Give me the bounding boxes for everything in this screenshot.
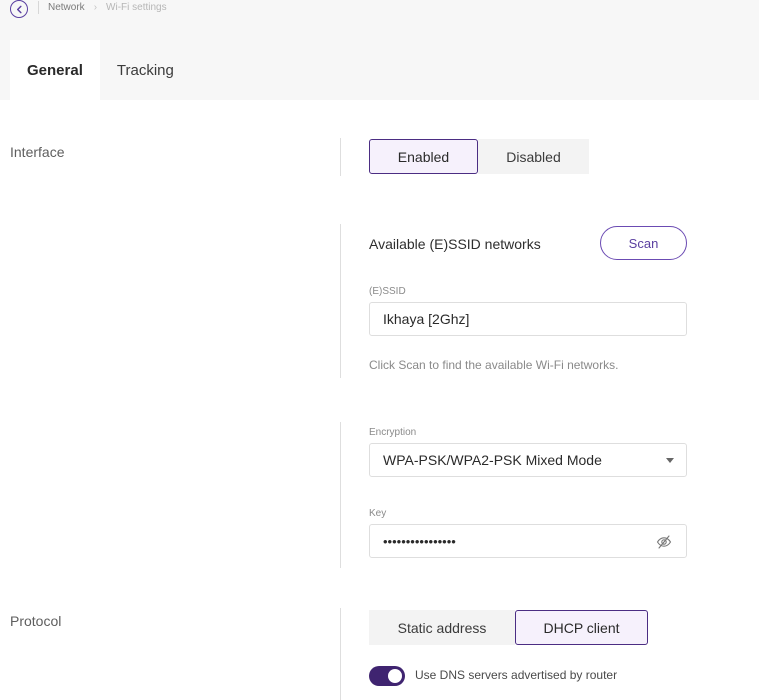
top-bar: Network › Wi-Fi settings General Trackin… — [0, 0, 759, 100]
essid-helper-text: Click Scan to find the available Wi-Fi n… — [369, 358, 619, 372]
dns-toggle-label: Use DNS servers advertised by router — [415, 668, 618, 682]
encryption-select-value: WPA-PSK/WPA2-PSK Mixed Mode — [383, 452, 602, 468]
breadcrumb-divider — [38, 1, 39, 14]
essid-field-label: (E)SSID — [369, 286, 406, 297]
tab-tracking[interactable]: Tracking — [100, 40, 191, 100]
section-divider — [340, 608, 341, 700]
interface-disabled-button[interactable]: Disabled — [478, 139, 589, 174]
key-input[interactable]: •••••••••••••••• — [369, 524, 687, 558]
toggle-knob — [388, 669, 402, 683]
section-divider — [340, 224, 341, 378]
section-divider — [340, 422, 341, 568]
interface-label: Interface — [10, 144, 65, 160]
back-button[interactable] — [10, 0, 28, 18]
protocol-toggle-group: Static address DHCP client — [369, 610, 648, 645]
protocol-label: Protocol — [10, 613, 62, 629]
protocol-dhcp-button[interactable]: DHCP client — [515, 610, 648, 645]
tab-general[interactable]: General — [10, 40, 100, 100]
essid-section-title: Available (E)SSID networks — [369, 236, 541, 252]
key-field-label: Key — [369, 508, 387, 519]
breadcrumb-item-current: Wi-Fi settings — [106, 2, 167, 13]
key-input-value: •••••••••••••••• — [383, 533, 456, 549]
section-divider — [340, 138, 341, 176]
scan-button[interactable]: Scan — [600, 226, 687, 260]
essid-input-value: Ikhaya [2Ghz] — [383, 311, 470, 327]
chevron-left-icon — [16, 5, 22, 13]
breadcrumb-item-network[interactable]: Network — [48, 1, 85, 14]
interface-toggle-group: Enabled Disabled — [369, 139, 589, 174]
chevron-right-icon: › — [93, 2, 98, 13]
dns-toggle[interactable] — [369, 666, 405, 686]
essid-input[interactable]: Ikhaya [2Ghz] — [369, 302, 687, 336]
tab-bar: General Tracking — [10, 40, 191, 100]
caret-down-icon — [666, 458, 674, 463]
interface-enabled-button[interactable]: Enabled — [369, 139, 478, 174]
encryption-select[interactable]: WPA-PSK/WPA2-PSK Mixed Mode — [369, 443, 687, 477]
breadcrumb: Network › Wi-Fi settings — [48, 1, 167, 14]
protocol-static-button[interactable]: Static address — [369, 610, 515, 645]
eye-off-icon[interactable] — [656, 534, 672, 550]
encryption-field-label: Encryption — [369, 427, 417, 438]
